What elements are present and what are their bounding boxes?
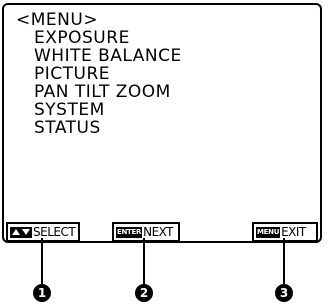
callout-1: 1 <box>33 284 51 302</box>
enter-key-icon: ENTER <box>116 226 143 238</box>
callout-line-1 <box>41 238 43 288</box>
next-button[interactable]: ENTER NEXT <box>112 222 180 242</box>
menu-item-status[interactable]: STATUS <box>34 119 182 137</box>
exit-button[interactable]: MENU EXIT <box>252 222 318 242</box>
menu-item-white-balance[interactable]: WHITE BALANCE <box>34 47 182 65</box>
select-button[interactable]: SELECT <box>6 222 80 242</box>
menu-screen: <MENU> EXPOSURE WHITE BALANCE PICTURE PA… <box>2 3 322 243</box>
callout-line-2 <box>143 238 145 288</box>
select-label: SELECT <box>33 225 76 239</box>
up-down-arrows-icon <box>10 226 32 238</box>
callout-2: 2 <box>135 284 153 302</box>
callout-3: 3 <box>275 284 293 302</box>
next-label: NEXT <box>143 225 173 239</box>
menu-list: EXPOSURE WHITE BALANCE PICTURE PAN TILT … <box>34 29 182 137</box>
menu-item-system[interactable]: SYSTEM <box>34 101 182 119</box>
menu-item-pan-tilt-zoom[interactable]: PAN TILT ZOOM <box>34 83 182 101</box>
menu-item-picture[interactable]: PICTURE <box>34 65 182 83</box>
menu-title: <MENU> <box>16 10 99 30</box>
exit-label: EXIT <box>281 225 306 239</box>
menu-key-icon: MENU <box>256 226 281 238</box>
menu-item-exposure[interactable]: EXPOSURE <box>34 29 182 47</box>
callout-line-3 <box>283 238 285 288</box>
